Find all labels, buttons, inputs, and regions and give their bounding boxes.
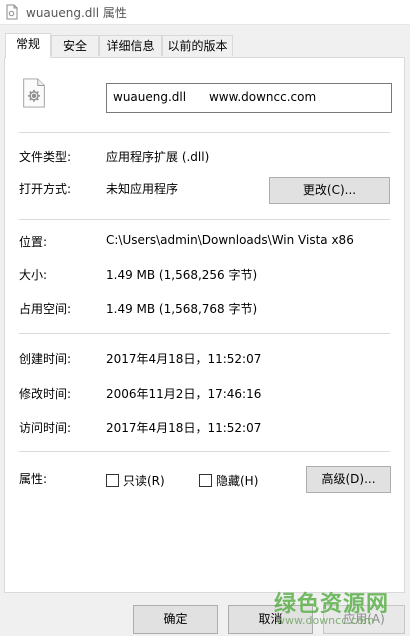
size-on-disk-label: 占用空间: bbox=[19, 302, 72, 316]
divider bbox=[19, 219, 390, 220]
size-label: 大小: bbox=[19, 268, 48, 282]
change-button[interactable]: 更改(C)... bbox=[269, 177, 390, 204]
file-type-label: 文件类型: bbox=[19, 150, 72, 164]
watermark: 绿色资源网 www.downcc.com bbox=[270, 586, 400, 630]
readonly-label[interactable]: 只读(R) bbox=[123, 472, 165, 489]
open-with-value: 未知应用程序 bbox=[106, 182, 179, 196]
divider bbox=[19, 132, 390, 133]
location-value: C:\Users\admin\Downloads\Win Vista x86 bbox=[106, 233, 354, 247]
title-bar: wuaueng.dll 属性 bbox=[0, 0, 410, 25]
divider bbox=[19, 333, 390, 334]
readonly-checkbox[interactable] bbox=[106, 474, 119, 487]
tab-general[interactable]: 常规 bbox=[5, 33, 51, 58]
accessed-label: 访问时间: bbox=[19, 421, 72, 435]
ok-button[interactable]: 确定 bbox=[133, 605, 218, 634]
dll-file-icon bbox=[6, 4, 18, 20]
window-title: wuaueng.dll 属性 bbox=[26, 6, 127, 20]
tab-details[interactable]: 详细信息 bbox=[99, 35, 162, 56]
tab-previous-versions[interactable]: 以前的版本 bbox=[162, 35, 233, 56]
hidden-checkbox[interactable] bbox=[199, 474, 212, 487]
tab-security[interactable]: 安全 bbox=[51, 35, 99, 56]
gear-file-icon bbox=[23, 78, 45, 108]
open-with-label: 打开方式: bbox=[19, 182, 72, 196]
created-label: 创建时间: bbox=[19, 352, 72, 366]
size-on-disk-value: 1.49 MB (1,568,768 字节) bbox=[106, 302, 258, 316]
file-type-value: 应用程序扩展 (.dll) bbox=[106, 150, 210, 164]
modified-value: 2006年11月2日，17:46:16 bbox=[106, 387, 262, 401]
accessed-value: 2017年4月18日，11:52:07 bbox=[106, 421, 262, 435]
advanced-button[interactable]: 高级(D)... bbox=[306, 466, 391, 493]
modified-label: 修改时间: bbox=[19, 387, 72, 401]
file-name-field[interactable]: wuaueng.dll www.downcc.com bbox=[106, 83, 392, 113]
size-value: 1.49 MB (1,568,256 字节) bbox=[106, 268, 258, 282]
divider bbox=[19, 451, 390, 452]
attributes-label: 属性: bbox=[19, 472, 48, 486]
created-value: 2017年4月18日，11:52:07 bbox=[106, 352, 262, 366]
general-panel: wuaueng.dll www.downcc.com 文件类型: 应用程序扩展 … bbox=[4, 57, 405, 593]
watermark-url: www.downcc.com bbox=[276, 614, 375, 627]
hidden-label[interactable]: 隐藏(H) bbox=[216, 472, 258, 489]
location-label: 位置: bbox=[19, 235, 48, 249]
